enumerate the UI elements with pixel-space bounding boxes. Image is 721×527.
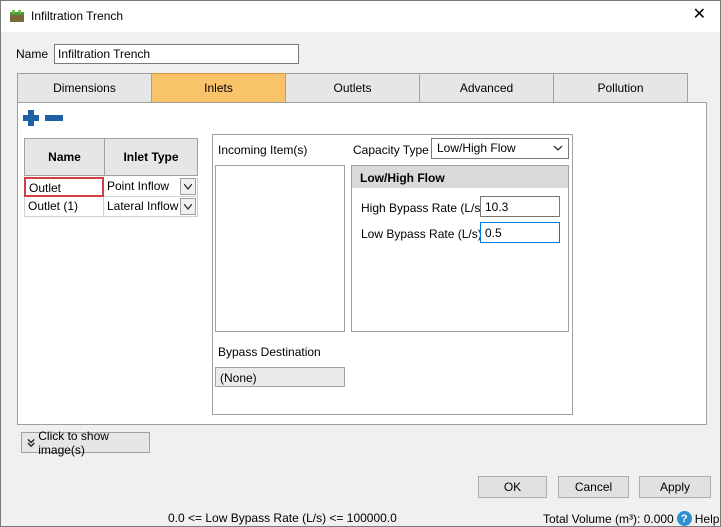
tab-label: Dimensions xyxy=(53,81,116,95)
low-bypass-rate-label: Low Bypass Rate (L/s) xyxy=(361,227,482,241)
chevron-down-icon[interactable] xyxy=(180,198,196,215)
chevron-down-icon xyxy=(553,145,563,151)
total-volume: Total Volume (m³): 0.000 xyxy=(543,511,674,526)
apply-label: Apply xyxy=(659,480,691,494)
remove-icon[interactable] xyxy=(44,109,64,127)
low-bypass-rate-input[interactable] xyxy=(480,222,560,243)
tab-label: Pollution xyxy=(597,81,644,95)
row-name-cell[interactable]: Outlet xyxy=(24,177,104,197)
high-bypass-rate-input[interactable] xyxy=(480,196,560,217)
tab-advanced[interactable]: Advanced xyxy=(419,73,554,103)
column-header-name[interactable]: Name xyxy=(25,139,105,175)
ok-button[interactable]: OK xyxy=(478,476,547,498)
tab-inlets[interactable]: Inlets xyxy=(151,73,286,103)
tab-label: Advanced xyxy=(459,81,514,95)
incoming-items-label: Incoming Item(s) xyxy=(218,143,308,157)
name-label: Name xyxy=(16,47,49,61)
bypass-destination-label: Bypass Destination xyxy=(218,345,321,359)
title-bar: Infiltration Trench ✕ xyxy=(1,1,720,32)
app-icon xyxy=(10,10,24,22)
tab-label: Inlets xyxy=(204,81,233,95)
high-bypass-rate-label: High Bypass Rate (L/s) xyxy=(361,201,485,215)
ok-label: OK xyxy=(503,480,522,494)
capacity-type-value: Low/High Flow xyxy=(437,141,516,155)
cancel-label: Cancel xyxy=(574,480,613,494)
tab-label: Outlets xyxy=(333,81,372,95)
low-high-flow-heading: Low/High Flow xyxy=(352,166,568,188)
cancel-button[interactable]: Cancel xyxy=(558,476,629,498)
row-name-cell[interactable]: Outlet (1) xyxy=(24,197,104,217)
row-type-cell[interactable]: Point Inflow xyxy=(104,177,198,197)
add-icon[interactable] xyxy=(22,109,40,127)
help-icon[interactable]: ? xyxy=(676,511,692,526)
inlets-grid-header: Name Inlet Type xyxy=(24,138,198,176)
capacity-type-label: Capacity Type xyxy=(353,143,429,157)
help-link[interactable]: Help xyxy=(695,512,720,526)
dialog-window: Infiltration Trench ✕ Name Dimensions In… xyxy=(0,0,721,527)
tab-pollution[interactable]: Pollution xyxy=(553,73,688,103)
row-type-cell[interactable]: Lateral Inflow xyxy=(104,197,198,217)
chevron-down-icon[interactable] xyxy=(180,178,196,195)
tab-outlets[interactable]: Outlets xyxy=(285,73,420,103)
status-right: Total Volume (m³): 0.000 ? Help xyxy=(543,511,719,526)
name-input[interactable] xyxy=(54,44,299,64)
apply-button[interactable]: Apply xyxy=(639,476,711,498)
row-type-value: Lateral Inflow xyxy=(107,199,179,213)
column-header-inlet-type[interactable]: Inlet Type xyxy=(105,139,197,175)
incoming-items-list[interactable] xyxy=(215,165,345,332)
close-icon[interactable]: ✕ xyxy=(693,6,706,24)
row-type-value: Point Inflow xyxy=(107,179,170,193)
table-row[interactable]: Outlet (1) Lateral Inflow xyxy=(24,197,198,217)
low-high-flow-box xyxy=(351,165,569,332)
table-row[interactable]: Outlet Point Inflow xyxy=(24,177,198,197)
show-images-button[interactable]: Click to show image(s) xyxy=(21,429,150,457)
tab-strip: Dimensions Inlets Outlets Advanced Pollu… xyxy=(17,73,688,103)
bypass-destination-field[interactable]: (None) xyxy=(215,367,345,387)
show-images-label: Click to show image(s) xyxy=(38,428,109,457)
validation-hint: 0.0 <= Low Bypass Rate (L/s) <= 100000.0 xyxy=(168,511,397,525)
window-title: Infiltration Trench xyxy=(31,9,124,23)
capacity-type-select[interactable]: Low/High Flow xyxy=(431,138,569,159)
double-chevron-down-icon xyxy=(27,438,35,447)
tab-dimensions[interactable]: Dimensions xyxy=(17,73,152,103)
